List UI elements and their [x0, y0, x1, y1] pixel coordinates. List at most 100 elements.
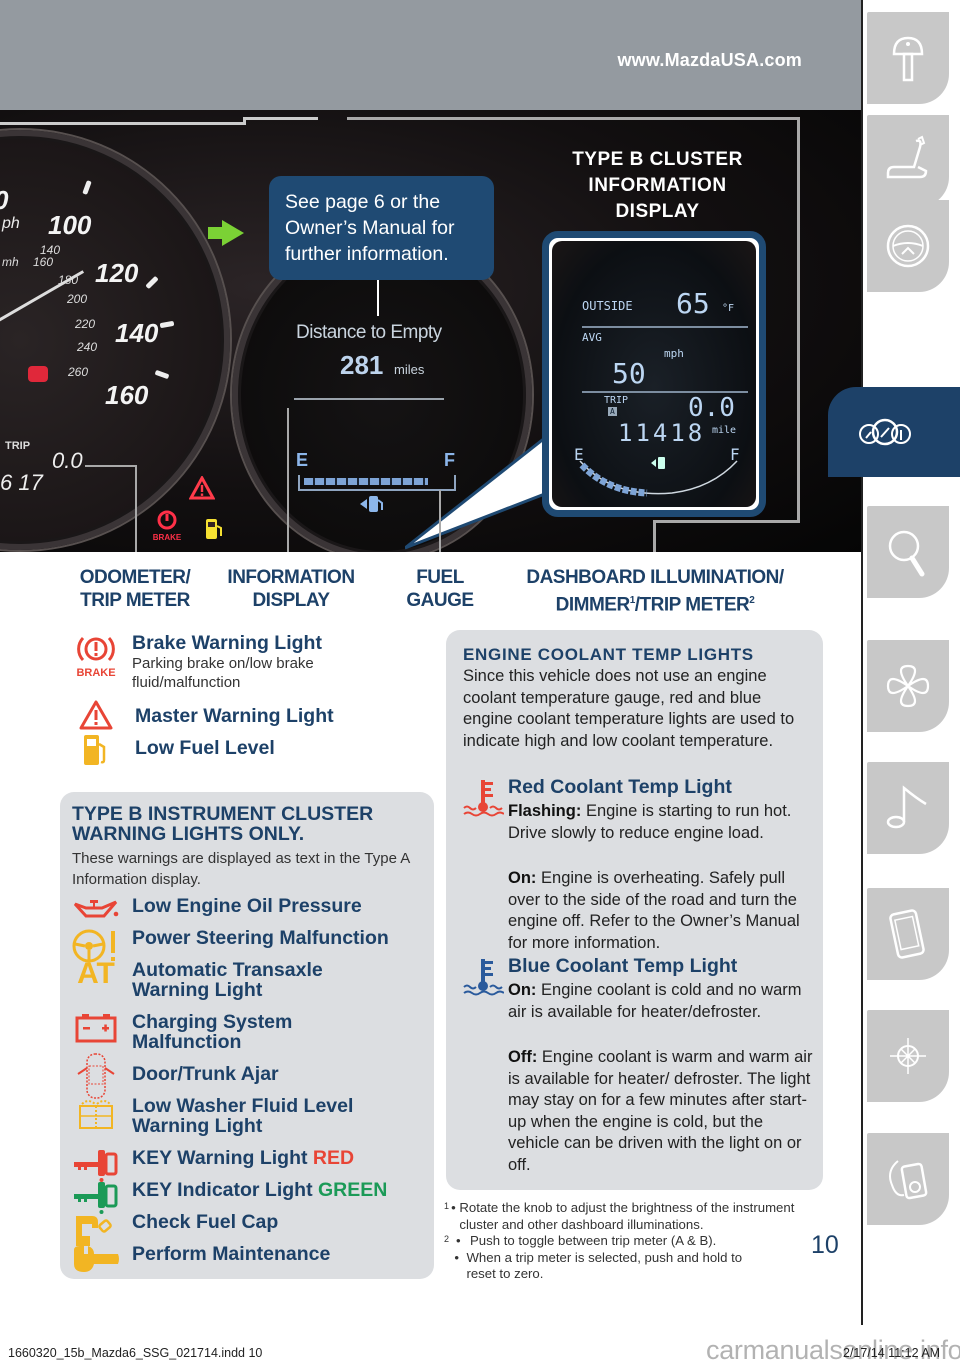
distance-to-empty-label: Distance to Empty [296, 322, 442, 343]
footnote-1: 1 • Rotate the knob to adjust the bright… [444, 1200, 804, 1233]
kmh-label-160: 160 [33, 255, 54, 269]
gauges-icon [859, 418, 911, 446]
caption-line: DASHBOARD ILLUMINATION/ [526, 567, 784, 588]
warning-item: Check Fuel Cap [60, 1212, 434, 1246]
low-fuel-icon [84, 735, 106, 765]
warning-title: Low Washer Fluid Level Warning Light [132, 1095, 354, 1137]
frame-line [85, 465, 137, 467]
website-url[interactable]: www.MazdaUSA.com [617, 50, 802, 71]
lcd-divider [582, 326, 748, 328]
automatic-transaxle-icon: AT [77, 957, 115, 990]
footnote-spacer [444, 1250, 454, 1283]
type-b-warning-box: TYPE B INSTRUMENT CLUSTER WARNING LIGHTS… [60, 792, 434, 1279]
type-b-box-subtext: These warnings are displayed as text in … [72, 850, 410, 888]
tab-media[interactable] [867, 1133, 949, 1225]
footnote-2b: • When a trip meter is selected, push an… [444, 1250, 774, 1283]
red-coolant-on: On: Engine is overheating. Safely pull o… [508, 868, 818, 954]
footnote-text: Push to toggle between trip meter (A & B… [470, 1233, 717, 1248]
tab-phone[interactable] [867, 888, 949, 980]
on-text: Engine coolant is cold and no warm air i… [508, 981, 802, 1021]
warning-title: KEY Warning Light RED [132, 1148, 354, 1168]
warning-item: Charging System Malfunction [60, 1012, 434, 1052]
tab-audio[interactable] [867, 762, 949, 854]
frame-line [0, 122, 245, 125]
warning-title: Power Steering Malfunction [132, 927, 389, 949]
master-warning-lamp-icon [189, 476, 215, 500]
tab-seat[interactable] [867, 115, 949, 207]
footnote-2: 2 • Push to toggle between trip meter (A… [444, 1233, 804, 1250]
fuel-lamp-icon [206, 519, 222, 539]
oil-pressure-icon [73, 900, 119, 918]
warning-item: KEY Indicator Light GREEN [60, 1180, 434, 1214]
blue-coolant-title: Blue Coolant Temp Light [508, 955, 738, 977]
odometer-value: 11418 [618, 419, 706, 447]
frame-line [287, 408, 289, 552]
avg-label: AVG [582, 331, 602, 344]
blue-coolant-temp-icon [463, 959, 504, 996]
outside-temp-label: OUTSIDE [582, 299, 633, 313]
warning-accent-green: GREEN [318, 1179, 388, 1201]
odometer-unit: mile [712, 425, 737, 436]
warning-title: Low Engine Oil Pressure [132, 895, 362, 917]
smartphone-icon [889, 909, 925, 959]
warning-item: AT Automatic Transaxle Warning Light [60, 957, 434, 1001]
door-ajar-icon [77, 1053, 115, 1099]
fuel-empty-label: E [296, 450, 309, 470]
frame-line [653, 520, 656, 552]
mph-label-140: 140 [115, 318, 159, 348]
warning-title: Brake Warning Light [132, 632, 322, 654]
footnote-text: Rotate the knob to adjust the brightness… [459, 1200, 795, 1232]
page-number: 10 [811, 1231, 839, 1259]
on-text: Engine is overheating. Safely pull over … [508, 869, 800, 952]
coolant-box-intro: Since this vehicle does not use an engin… [463, 667, 795, 750]
tab-steering[interactable] [867, 200, 949, 292]
fuel-cap-icon [76, 1216, 112, 1246]
type-b-cluster-title: TYPE B CLUSTER INFORMATION DISPLAY [572, 149, 743, 222]
warning-item-master: Master Warning Light [60, 700, 334, 730]
fuel-door-side-icon [651, 457, 665, 469]
kmh-label-240: 240 [77, 340, 98, 354]
off-label: Off: [508, 1048, 538, 1066]
warning-item: KEY Warning Light RED [60, 1148, 434, 1182]
svg-text:BRAKE: BRAKE [76, 667, 115, 679]
warning-item: Low Washer Fluid Level Warning Light [60, 1096, 434, 1136]
tab-search[interactable] [867, 506, 949, 598]
tab-key[interactable] [867, 12, 949, 104]
kmh-unit: mh [2, 255, 19, 269]
footnote-number: 2 [444, 1234, 450, 1244]
frame-line [797, 117, 800, 522]
warning-title-text: KEY Warning Light [132, 1147, 308, 1169]
frame-line [439, 490, 441, 552]
blue-coolant-off: Off: Engine coolant is warm and warm air… [508, 1047, 818, 1176]
red-coolant-flashing: Flashing: Engine is starting to run hot.… [508, 801, 818, 844]
key-red-icon [74, 1150, 118, 1182]
warning-description: Parking brake on/low brake fluid/malfunc… [132, 655, 314, 691]
steering-wheel-icon [886, 224, 930, 268]
type-b-box-heading: TYPE B INSTRUMENT CLUSTER WARNING LIGHTS… [72, 803, 374, 845]
caption-line: INFORMATION [227, 567, 355, 588]
avg-speed-value: 50 [612, 357, 646, 390]
warning-title: Automatic Transaxle Warning Light [132, 959, 323, 1001]
frame-line [347, 117, 799, 120]
footnote-marker: 2 [749, 595, 755, 606]
seat-icon [886, 135, 928, 179]
warning-accent-red: RED [312, 1147, 355, 1169]
caption-line: DIMMER1/TRIP METER2 [500, 589, 810, 616]
warning-title: KEY Indicator Light GREEN [132, 1180, 387, 1200]
turn-signal-arrow-icon [208, 220, 244, 246]
tab-navigation[interactable] [867, 1010, 949, 1102]
caption-line: GAUGE [406, 590, 474, 611]
mph-label-160: 160 [105, 380, 149, 410]
warning-title: Door/Trunk Ajar [132, 1063, 279, 1085]
caption-line: TRIP METER [80, 590, 190, 611]
tab-climate[interactable] [867, 640, 949, 732]
warning-item: Door/Trunk Ajar [60, 1053, 434, 1099]
fan-icon [886, 664, 930, 708]
music-note-icon [886, 785, 927, 829]
trip-label: TRIP [604, 395, 629, 406]
trip-sub-label: A [608, 407, 617, 416]
warning-item-low-fuel: Low Fuel Level [60, 732, 275, 768]
caption-part: DIMMER [555, 594, 631, 616]
tab-gauges[interactable] [828, 387, 960, 477]
media-player-icon [889, 1160, 928, 1200]
